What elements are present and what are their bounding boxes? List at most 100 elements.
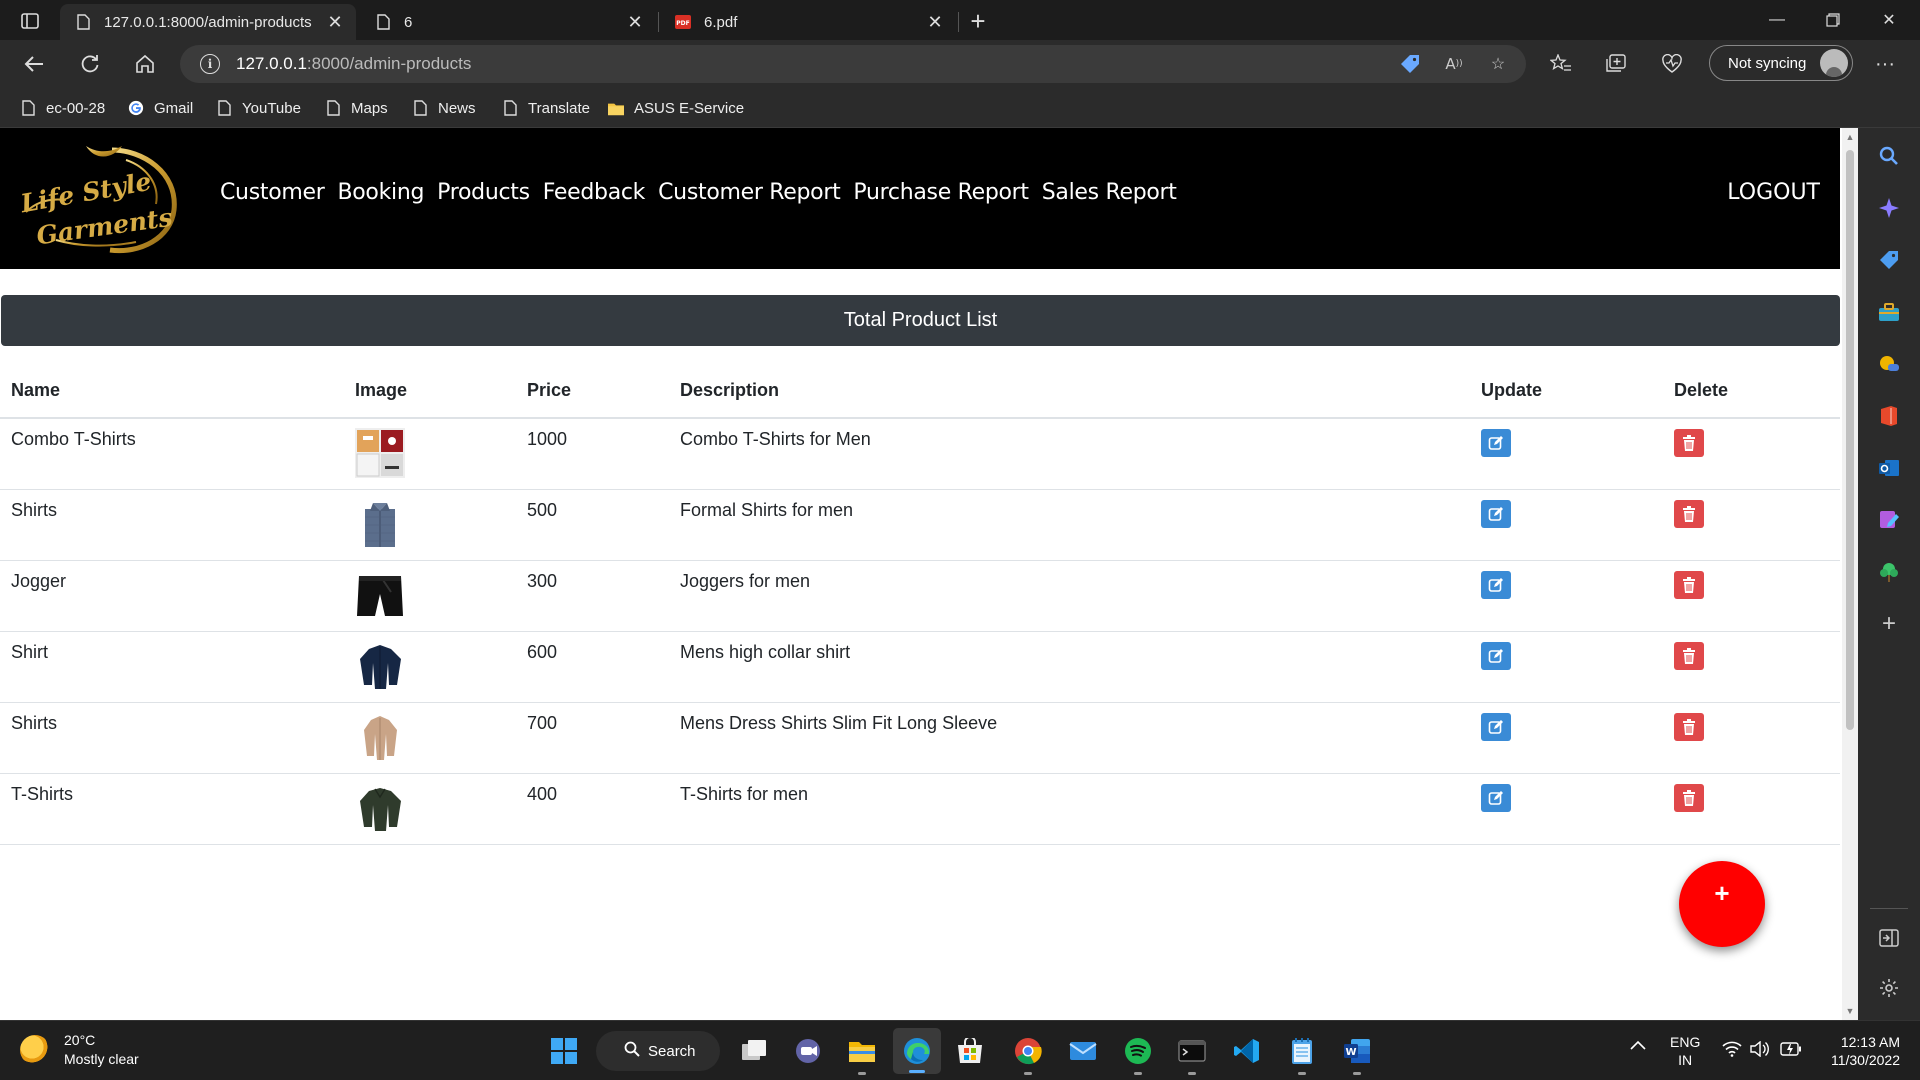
window-close-icon[interactable]: ✕ — [1866, 4, 1912, 36]
bookmark-maps[interactable]: Maps — [325, 97, 388, 119]
tree-icon[interactable] — [1877, 560, 1901, 584]
add-product-button[interactable]: + — [1679, 861, 1765, 947]
weather-moon-icon — [20, 1035, 50, 1065]
favorites-icon[interactable] — [1547, 50, 1575, 78]
trash-icon[interactable] — [1674, 641, 1704, 670]
edit-icon[interactable] — [1481, 641, 1511, 670]
scrollbar-thumb[interactable] — [1846, 150, 1854, 730]
mail-icon[interactable] — [1067, 1035, 1099, 1067]
page-scrollbar[interactable]: ▲ ▼ — [1842, 128, 1858, 1020]
outlook-icon[interactable] — [1877, 456, 1901, 480]
edit-icon[interactable] — [1481, 783, 1511, 812]
volume-icon[interactable] — [1750, 1040, 1770, 1061]
weather-widget[interactable]: 20°C Mostly clear — [20, 1031, 139, 1069]
profile-sync-button[interactable]: Not syncing — [1709, 45, 1853, 81]
edge-browser-icon[interactable] — [893, 1028, 941, 1074]
new-tab-button[interactable]: + — [962, 6, 994, 36]
teams-chat-icon[interactable] — [792, 1035, 824, 1067]
windows-taskbar: 20°C Mostly clear Search W ENG IN 12:13 … — [0, 1020, 1920, 1080]
task-view-icon[interactable] — [738, 1035, 770, 1067]
nav-booking[interactable]: Booking — [337, 180, 424, 205]
restore-icon[interactable] — [1810, 4, 1856, 36]
bookmark-translate[interactable]: Translate — [502, 97, 590, 119]
logout-link[interactable]: LOGOUT — [1727, 180, 1820, 205]
weather-temperature: 20°C — [64, 1032, 96, 1048]
address-bar[interactable]: i 127.0.0.1:8000/admin-products A)) ☆ — [180, 45, 1526, 83]
settings-gear-icon[interactable] — [1877, 976, 1901, 1000]
add-sidebar-app-icon[interactable]: + — [1877, 610, 1901, 637]
minimize-icon[interactable]: — — [1754, 4, 1800, 36]
product-name: Combo T-Shirts — [0, 418, 344, 490]
games-icon[interactable] — [1877, 352, 1901, 376]
close-icon[interactable]: ✕ — [924, 11, 946, 33]
nav-purchase-report[interactable]: Purchase Report — [853, 180, 1029, 205]
product-image-cell — [344, 773, 516, 845]
vscode-icon[interactable] — [1231, 1035, 1263, 1067]
tab-actions-icon[interactable] — [12, 8, 48, 34]
show-hidden-icons-chevron-icon[interactable] — [1630, 1035, 1646, 1053]
bookmark-youtube[interactable]: YouTube — [216, 97, 301, 119]
home-icon[interactable] — [127, 48, 163, 80]
taskbar-search[interactable]: Search — [596, 1031, 720, 1071]
nav-customer-report[interactable]: Customer Report — [658, 180, 841, 205]
tab-6[interactable]: 6 ✕ — [360, 4, 656, 40]
battery-icon[interactable] — [1780, 1042, 1802, 1060]
back-arrow-icon[interactable] — [16, 48, 52, 80]
trash-icon[interactable] — [1674, 429, 1704, 457]
trash-icon[interactable] — [1674, 570, 1704, 599]
bookmark-news[interactable]: News — [412, 97, 476, 119]
more-menu-icon[interactable]: ··· — [1871, 50, 1899, 78]
bookmark-label: Translate — [528, 99, 590, 117]
clock-time: 12:13 AM — [1840, 1034, 1900, 1050]
word-icon[interactable]: W — [1341, 1035, 1373, 1075]
designer-icon[interactable] — [1877, 508, 1901, 532]
refresh-icon[interactable] — [72, 48, 108, 80]
lifestyle-garments-logo[interactable]: Life Style Garments — [16, 140, 190, 256]
tab-6-pdf[interactable]: PDF 6.pdf ✕ — [660, 4, 956, 40]
add-favorite-icon[interactable]: ☆ — [1488, 54, 1508, 74]
wifi-icon[interactable] — [1722, 1041, 1742, 1061]
products-table: Name Image Price Description Update Dele… — [0, 364, 1840, 845]
edit-icon[interactable] — [1481, 712, 1511, 741]
site-info-icon[interactable]: i — [200, 54, 220, 74]
search-icon[interactable] — [1877, 144, 1901, 168]
product-name: Shirts — [0, 489, 344, 561]
system-clock[interactable]: 12:13 AM 11/30/2022 — [1820, 1033, 1900, 1069]
scroll-down-icon[interactable]: ▼ — [1845, 1006, 1855, 1016]
tools-icon[interactable] — [1877, 300, 1901, 324]
office-icon[interactable] — [1877, 404, 1901, 428]
microsoft-store-icon[interactable] — [954, 1035, 986, 1067]
scroll-up-icon[interactable]: ▲ — [1845, 132, 1855, 142]
nav-products[interactable]: Products — [437, 180, 530, 205]
trash-icon[interactable] — [1674, 783, 1704, 812]
nav-customer[interactable]: Customer — [220, 180, 325, 205]
trash-icon[interactable] — [1674, 712, 1704, 741]
windows-start-icon[interactable] — [548, 1035, 580, 1067]
terminal-icon[interactable] — [1176, 1035, 1208, 1075]
tab-admin-products[interactable]: 127.0.0.1:8000/admin-products ✕ — [60, 4, 356, 40]
shopping-icon[interactable] — [1877, 248, 1901, 272]
close-icon[interactable]: ✕ — [624, 11, 646, 33]
read-aloud-icon[interactable]: A)) — [1444, 54, 1464, 74]
copilot-icon[interactable] — [1877, 196, 1901, 220]
bookmark-gmail[interactable]: Gmail — [128, 97, 193, 119]
spotify-icon[interactable] — [1122, 1035, 1154, 1075]
language-indicator[interactable]: ENG IN — [1670, 1033, 1700, 1069]
shopping-tag-icon[interactable] — [1400, 54, 1420, 74]
plus-icon: + — [1714, 877, 1730, 908]
edit-icon[interactable] — [1481, 499, 1511, 528]
hide-sidebar-icon[interactable] — [1877, 926, 1901, 950]
chrome-icon[interactable] — [1012, 1035, 1044, 1075]
trash-icon[interactable] — [1674, 499, 1704, 528]
bookmark-asus-eservice[interactable]: ASUS E-Service — [608, 97, 744, 119]
close-icon[interactable]: ✕ — [324, 11, 346, 33]
collections-icon[interactable] — [1602, 50, 1630, 78]
edit-icon[interactable] — [1481, 570, 1511, 599]
edit-icon[interactable] — [1481, 429, 1511, 457]
browser-essentials-icon[interactable] — [1658, 50, 1686, 78]
notepad-icon[interactable] — [1286, 1035, 1318, 1075]
bookmark-ec-00-28[interactable]: ec-00-28 — [20, 97, 105, 119]
file-explorer-icon[interactable] — [846, 1035, 878, 1075]
nav-feedback[interactable]: Feedback — [543, 180, 646, 205]
nav-sales-report[interactable]: Sales Report — [1042, 180, 1177, 205]
